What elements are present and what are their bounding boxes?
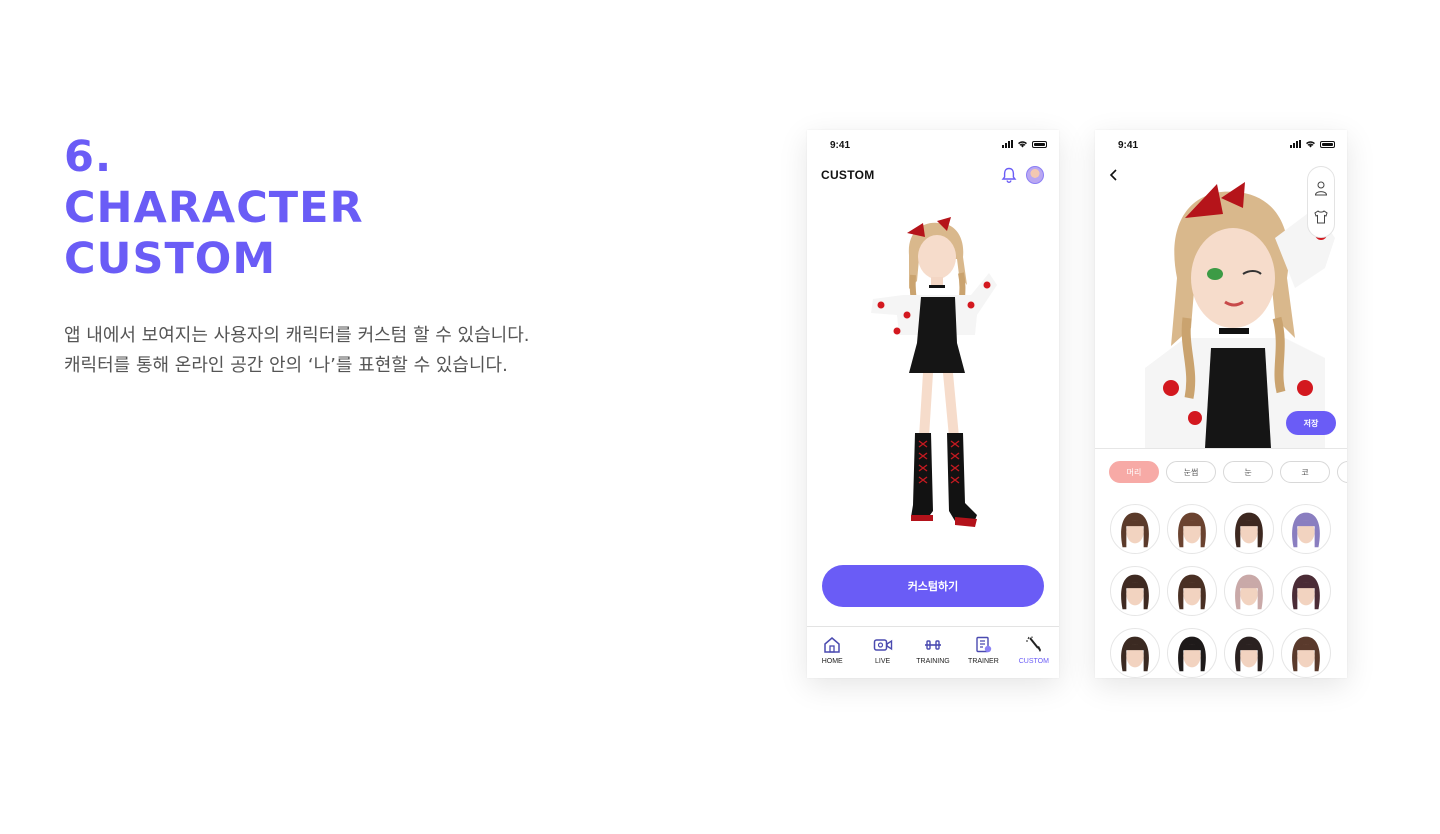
chip-nose[interactable]: 코 [1280, 461, 1330, 483]
description-line-2: 캐릭터를 통해 온라인 공간 안의 ‘나’를 표현할 수 있습니다. [64, 355, 508, 376]
tab-live[interactable]: LIVE [857, 627, 907, 678]
section-heading: 6. CHARACTER CUSTOM [64, 132, 584, 285]
tab-home-label: HOME [821, 658, 843, 665]
tab-home[interactable]: HOME [807, 627, 857, 678]
bottom-tab-bar: HOME LIVE TRAINING TRAINER CUSTOM [807, 626, 1059, 678]
wifi-icon [1018, 141, 1027, 148]
hair-option[interactable] [1167, 628, 1217, 678]
profile-avatar[interactable] [1026, 166, 1044, 184]
bell-icon[interactable] [1000, 166, 1018, 184]
status-bar: 9:41 [1095, 130, 1347, 160]
tab-live-label: LIVE [875, 658, 891, 665]
hair-option[interactable] [1110, 504, 1160, 554]
status-bar: 9:41 [807, 130, 1059, 160]
description-line-1: 앱 내에서 보여지는 사용자의 캐릭터를 커스텀 할 수 있습니다. [64, 325, 530, 346]
section-number: 6. [64, 132, 113, 182]
section-title-line-2: CUSTOM [64, 234, 277, 284]
shirt-icon[interactable] [1313, 209, 1329, 225]
dumbbell-icon [925, 640, 942, 650]
divider [1095, 448, 1347, 449]
app-title: CUSTOM [821, 168, 875, 182]
phone-custom-home: 9:41 CUSTOM 커스텀하기 HOME LIVE TRAINING TRA… [807, 130, 1059, 678]
status-time: 9:41 [830, 140, 851, 151]
chip-more[interactable] [1337, 461, 1347, 483]
chip-eye[interactable]: 눈 [1223, 461, 1273, 483]
chip-hair[interactable]: 머리 [1109, 461, 1159, 483]
hair-option[interactable] [1281, 566, 1331, 616]
person-icon[interactable] [1313, 180, 1329, 196]
tab-training-label: TRAINING [916, 658, 950, 665]
tab-trainer-label: TRAINER [968, 658, 999, 665]
save-button[interactable]: 저장 [1286, 411, 1336, 435]
section-description: 앱 내에서 보여지는 사용자의 캐릭터를 커스텀 할 수 있습니다. 캐릭터를 … [64, 321, 624, 381]
hair-option[interactable] [1281, 504, 1331, 554]
tab-training[interactable]: TRAINING [908, 627, 958, 678]
hair-option[interactable] [1281, 628, 1331, 678]
hair-option[interactable] [1224, 504, 1274, 554]
home-icon [824, 637, 840, 653]
hair-option[interactable] [1167, 566, 1217, 616]
character-avatar-image [871, 217, 997, 527]
signal-icon [1002, 140, 1013, 148]
wifi-icon [1306, 141, 1315, 148]
battery-icon [1032, 140, 1047, 148]
section-title-line-1: CHARACTER [64, 183, 364, 233]
hair-option[interactable] [1110, 628, 1160, 678]
phone-custom-editor: 9:41 저장 머리 눈썹 눈 코 [1095, 130, 1347, 678]
back-arrow-icon[interactable] [1108, 168, 1120, 182]
battery-icon [1320, 140, 1335, 148]
hair-option[interactable] [1224, 566, 1274, 616]
status-time: 9:41 [1118, 140, 1139, 151]
brush-icon [1025, 636, 1041, 652]
hair-option[interactable] [1224, 628, 1274, 678]
chip-eyebrow[interactable]: 눈썹 [1166, 461, 1216, 483]
side-toolbar [1307, 166, 1335, 238]
category-chips: 머리 눈썹 눈 코 [1109, 461, 1347, 483]
tab-trainer[interactable]: TRAINER [958, 627, 1008, 678]
customize-button[interactable]: 커스텀하기 [822, 565, 1044, 607]
tab-custom-label: CUSTOM [1018, 658, 1049, 665]
tab-custom[interactable]: CUSTOM [1009, 627, 1059, 678]
signal-icon [1290, 140, 1301, 148]
hair-option[interactable] [1167, 504, 1217, 554]
trainer-icon [976, 636, 992, 653]
hair-option[interactable] [1110, 566, 1160, 616]
video-icon [873, 639, 892, 651]
